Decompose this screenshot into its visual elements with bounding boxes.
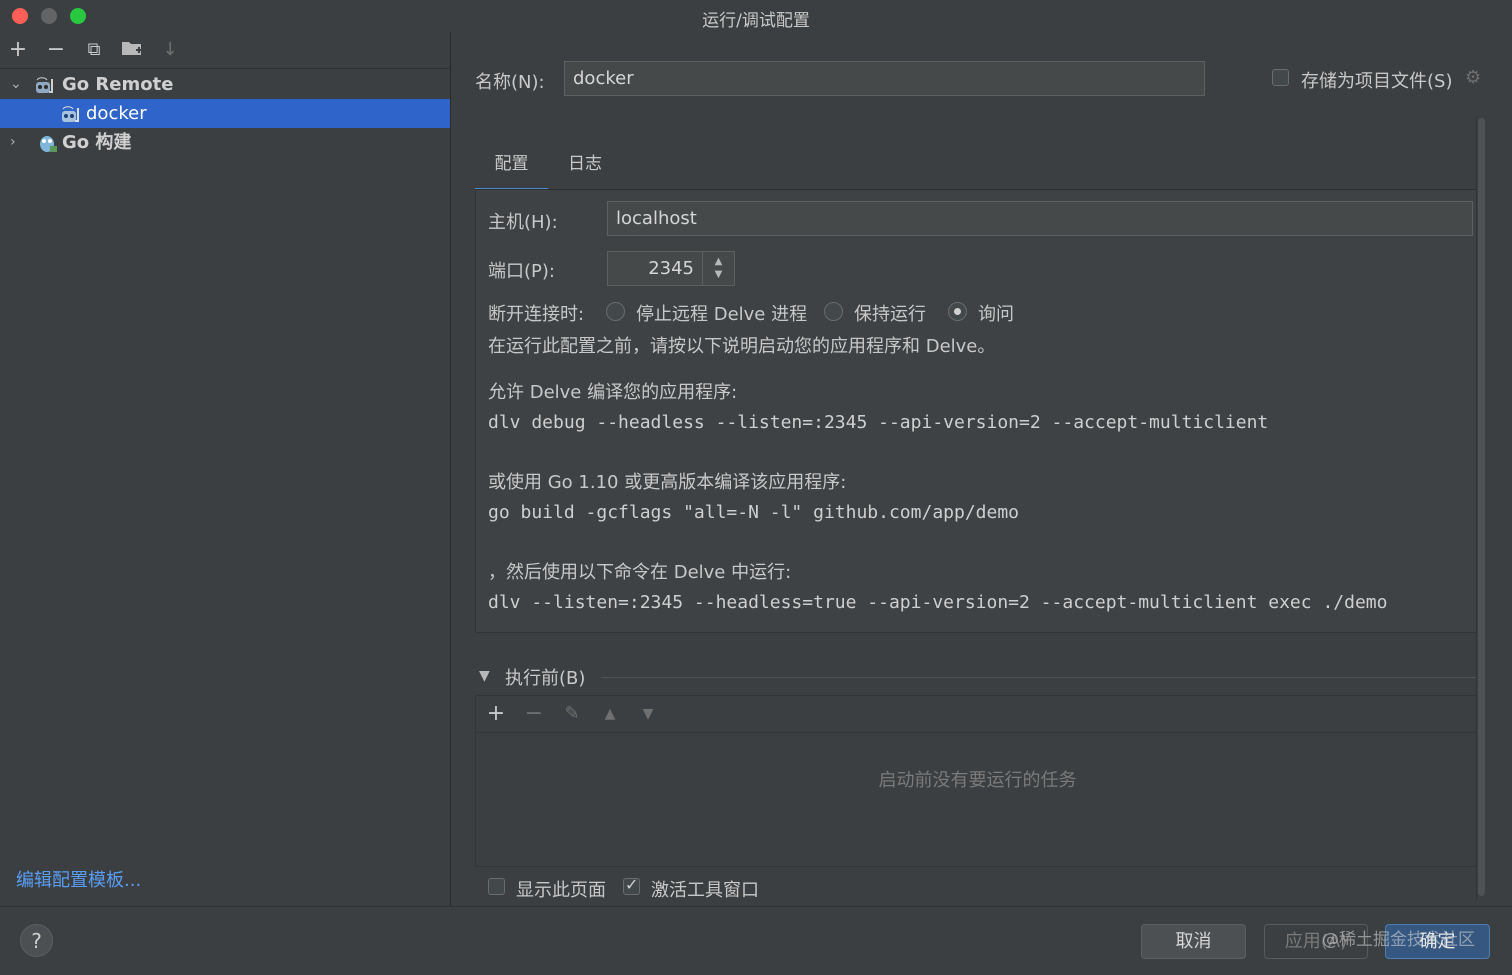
tab-logs[interactable]: 日志 [555, 140, 615, 188]
title-bar: 运行/调试配置 [0, 0, 1512, 32]
radio-label-keep-running: 保持运行 [854, 304, 926, 325]
sidebar-toolbar: + − ⧉ ↓ [0, 32, 450, 69]
radio-keep-running[interactable] [824, 302, 843, 321]
divider [601, 677, 1481, 678]
move-to-folder-icon[interactable] [120, 38, 144, 62]
chevron-right-icon[interactable]: › [10, 128, 24, 157]
tree-item-label: Go 构建 [62, 132, 132, 153]
or-go-build-label: 或使用 Go 1.10 或更高版本编译该应用程序: [488, 472, 847, 493]
dlv-exec-command: dlv --listen=:2345 --headless=true --api… [488, 592, 1388, 613]
dialog-footer: ? 取消 应用(A) 确定 @稀土掘金技术社区 [0, 906, 1512, 975]
copy-configuration-icon[interactable]: ⧉ [82, 38, 106, 62]
help-button[interactable]: ? [20, 924, 53, 957]
remove-task-icon[interactable]: − [522, 702, 546, 726]
add-task-icon[interactable]: + [484, 702, 508, 726]
gear-icon[interactable]: ⚙ [1465, 67, 1481, 88]
sort-configurations-icon[interactable]: ↓ [158, 38, 182, 62]
store-as-project-file-checkbox[interactable] [1272, 69, 1289, 86]
add-configuration-icon[interactable]: + [6, 38, 30, 62]
triangle-down-icon[interactable]: ▼ [479, 668, 490, 684]
store-as-project-file-label: 存储为项目文件(S) [1301, 71, 1453, 92]
config-tab-panel: 主机(H): 端口(P): 2345 ▲▼ 断开连接时: 停止远程 Delve … [475, 189, 1480, 633]
chevron-down-icon[interactable]: ⌄ [10, 70, 24, 99]
spinner-arrows-icon[interactable]: ▲ ▼ [702, 252, 734, 285]
configurations-tree: ⌄ Go Remote docker › Go 构建 [0, 70, 450, 157]
on-disconnect-label: 断开连接时: [488, 304, 585, 325]
show-page-checkbox[interactable] [488, 878, 505, 895]
activate-tool-window-label: 激活工具窗口 [651, 880, 759, 901]
activate-tool-window-checkbox[interactable] [623, 875, 640, 895]
go-build-icon [38, 133, 58, 153]
port-label: 端口(P): [488, 261, 555, 282]
tree-item-label: docker [86, 103, 147, 124]
port-spinner[interactable]: 2345 ▲ ▼ [607, 251, 735, 286]
run-debug-config-dialog: 运行/调试配置 + − ⧉ ↓ ⌄ Go Remote docker › Go … [0, 0, 1512, 975]
empty-task-message: 启动前没有要运行的任务 [878, 770, 1077, 791]
tree-item-label: Go Remote [62, 74, 174, 95]
radio-stop-remote-delve[interactable] [606, 302, 625, 321]
cancel-button[interactable]: 取消 [1141, 924, 1246, 959]
radio-label-ask: 询问 [978, 304, 1014, 325]
tree-item-docker[interactable]: docker [0, 99, 450, 128]
edit-task-icon[interactable]: ✎ [560, 702, 584, 726]
watermark: @稀土掘金技术社区 [1322, 930, 1475, 950]
radio-ask[interactable] [948, 302, 967, 321]
show-page-label: 显示此页面 [516, 880, 606, 901]
port-value: 2345 [648, 258, 694, 279]
go-build-command: go build -gcflags "all=-N -l" github.com… [488, 502, 1020, 523]
host-label: 主机(H): [488, 212, 558, 233]
scrollbar-thumb[interactable] [1478, 118, 1485, 896]
edit-configuration-templates-link[interactable]: 编辑配置模板... [16, 866, 141, 892]
tree-item-go-build[interactable]: › Go 构建 [0, 128, 450, 157]
tab-config[interactable]: 配置 [475, 140, 548, 192]
name-label: 名称(N): [475, 72, 545, 93]
allow-delve-label: 允许 Delve 编译您的应用程序: [488, 382, 738, 403]
move-down-icon[interactable]: ▼ [636, 702, 660, 726]
delve-debug-command: dlv debug --headless --listen=:2345 --ap… [488, 412, 1269, 433]
configuration-editor: 名称(N): 存储为项目文件(S) ⚙ 配置 日志 主机(H): 端口(P): … [451, 32, 1512, 906]
go-remote-icon [60, 104, 80, 124]
remove-configuration-icon[interactable]: − [44, 38, 68, 62]
tree-item-go-remote[interactable]: ⌄ Go Remote [0, 70, 450, 99]
before-launch-title: 执行前(B) [505, 668, 586, 689]
configurations-sidebar: + − ⧉ ↓ ⌄ Go Remote docker › Go 构建 编辑配置模… [0, 32, 451, 906]
instructions-intro: 在运行此配置之前，请按以下说明启动您的应用程序和 Delve。 [488, 336, 996, 357]
before-launch-toolbar: + − ✎ ▲ ▼ [476, 696, 1479, 733]
radio-label-stop-remote-delve: 停止远程 Delve 进程 [636, 304, 808, 325]
host-input[interactable] [607, 201, 1473, 236]
before-launch-task-list: + − ✎ ▲ ▼ 启动前没有要运行的任务 [475, 695, 1480, 867]
vertical-scrollbar[interactable] [1476, 116, 1487, 900]
then-run-label: ，然后使用以下命令在 Delve 中运行: [488, 562, 792, 583]
go-remote-icon [34, 75, 54, 95]
move-up-icon[interactable]: ▲ [598, 702, 622, 726]
window-title: 运行/调试配置 [702, 11, 810, 31]
name-input[interactable] [564, 61, 1205, 96]
